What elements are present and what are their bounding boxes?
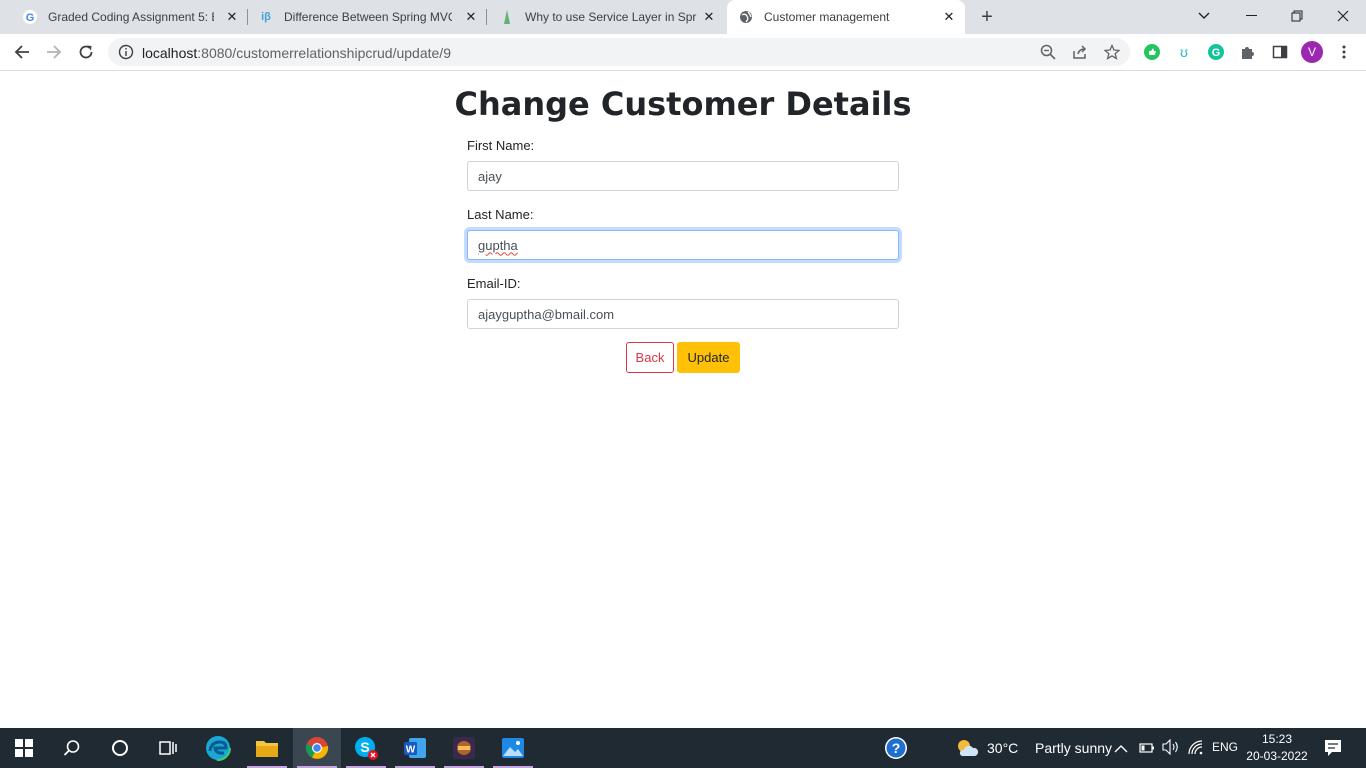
url-text: localhost:8080/customerrelationshipcrud/… [142,45,451,61]
windows-start-icon[interactable] [0,728,48,768]
interviewbit-icon: iβ [261,11,271,23]
weather-description[interactable]: Partly sunny [1035,740,1112,756]
svg-text:ʊ: ʊ [1180,44,1188,60]
browser-toolbar: localhost:8080/customerrelationshipcrud/… [0,34,1366,71]
first-name-value: ajay [478,168,502,184]
email-label: Email-ID: [467,276,521,291]
extensions-puzzle-icon[interactable] [1238,42,1258,62]
tab-service-layer[interactable]: Why to use Service Layer in Sprin ✕ [487,0,725,34]
battery-icon[interactable] [1139,741,1155,759]
weather-temp[interactable]: 30°C [987,740,1018,756]
tab-difference-spring-mvc[interactable]: iβ Difference Between Spring MVC ✕ [248,0,487,34]
tab-title: Customer management [764,10,890,24]
last-name-label: Last Name: [467,207,534,222]
update-button[interactable]: Update [677,342,740,373]
wifi-icon[interactable] [1187,739,1205,760]
side-panel-icon[interactable] [1270,42,1290,62]
profile-avatar[interactable]: V [1301,41,1323,63]
google-g-icon: G [22,9,38,25]
extension-green-icon[interactable] [1142,42,1162,62]
tab-title: Why to use Service Layer in Sprin [525,10,697,24]
last-name-input[interactable]: guptha [467,230,899,260]
cortana-icon[interactable] [96,728,144,768]
zoom-icon[interactable] [1040,44,1056,60]
edge-icon[interactable] [194,728,242,768]
svg-text:G: G [26,12,35,24]
extension-u-icon[interactable]: ʊ [1174,42,1194,62]
forward-arrow-icon[interactable] [40,38,68,66]
grammarly-icon[interactable]: G [1206,42,1226,62]
weather-partly-sunny-icon[interactable] [955,737,979,759]
tab-search-icon[interactable] [1181,0,1227,32]
tab-graded-assignment[interactable]: G Graded Coding Assignment 5: Ba ✕ [8,0,248,34]
svg-text:W: W [406,745,416,756]
url-path: :8080/customerrelationshipcrud/update/9 [197,45,451,61]
first-name-input[interactable]: ajay [467,161,899,191]
chrome-icon[interactable] [293,728,341,768]
close-tab-icon[interactable]: ✕ [941,9,957,25]
close-tab-icon[interactable]: ✕ [701,9,717,25]
language-indicator[interactable]: ENG [1212,740,1238,754]
address-bar[interactable]: localhost:8080/customerrelationshipcrud/… [108,38,1130,66]
site-info-icon[interactable] [118,44,134,60]
svg-text:S: S [360,739,369,755]
chevron-up-icon[interactable] [1114,741,1128,759]
url-host: localhost [142,45,198,61]
word-icon[interactable]: W [391,728,439,768]
skype-icon[interactable]: S [342,728,390,768]
tab-strip: G Graded Coding Assignment 5: Ba ✕ iβ Di… [0,0,1366,34]
photos-icon[interactable] [489,728,537,768]
email-input[interactable]: ajayguptha@bmail.com [467,299,899,329]
notification-icon[interactable] [1324,739,1342,762]
email-value: ajayguptha@bmail.com [478,306,615,322]
volume-icon[interactable] [1162,738,1180,760]
clock-date: 20-03-2022 [1246,749,1308,763]
tab-title: Graded Coding Assignment 5: Ba [48,10,214,24]
help-icon[interactable]: ? [872,728,920,768]
share-icon[interactable] [1072,44,1088,60]
back-arrow-icon[interactable] [8,38,36,66]
close-window-button[interactable] [1320,0,1366,32]
tab-title: Difference Between Spring MVC [284,10,452,24]
minimize-button[interactable] [1228,0,1274,32]
reload-icon[interactable] [72,38,100,66]
menu-kebab-icon[interactable] [1334,42,1354,62]
tab-customer-management[interactable]: Customer management ✕ [727,0,965,34]
search-icon[interactable] [48,728,96,768]
svg-text:?: ? [892,740,901,756]
new-tab-button[interactable]: + [975,5,999,29]
task-view-icon[interactable] [144,728,192,768]
globe-icon [738,9,754,25]
first-name-label: First Name: [467,138,535,153]
close-tab-icon[interactable]: ✕ [463,9,479,25]
page-content: Change Customer Details First Name: ajay… [0,71,1366,728]
back-button[interactable]: Back [626,342,674,373]
windows-taskbar: S W ? 30°C Partly sunny ENG 15:23 20-03-… [0,728,1366,768]
last-name-value: guptha [478,237,518,253]
system-clock[interactable]: 15:23 20-03-2022 [1246,731,1308,765]
clock-time: 15:23 [1261,732,1293,746]
page-title: Change Customer Details [454,85,912,123]
game-app-icon[interactable] [440,728,488,768]
file-explorer-icon[interactable] [243,728,291,768]
close-tab-icon[interactable]: ✕ [224,9,240,25]
bookmark-star-icon[interactable] [1103,43,1121,60]
svg-text:G: G [1212,47,1221,59]
baeldung-icon [499,9,515,25]
restore-button[interactable] [1274,0,1320,32]
